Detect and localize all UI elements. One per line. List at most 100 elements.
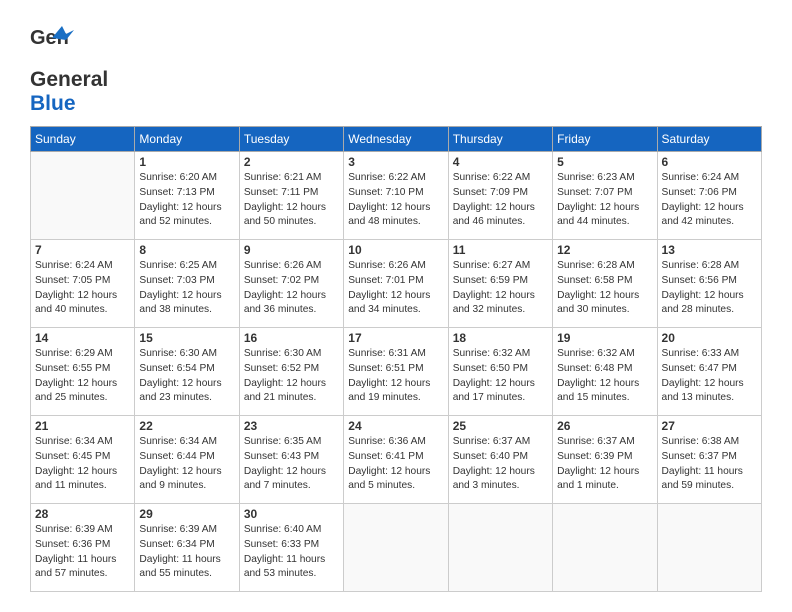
day-info: Sunrise: 6:38 AM Sunset: 6:37 PM Dayligh… <box>662 435 757 494</box>
calendar-cell: 10 Sunrise: 6:26 AM Sunset: 7:01 PM Dayli… <box>344 240 448 328</box>
day-info: Sunrise: 6:21 AM Sunset: 7:11 PM Dayligh… <box>244 171 339 230</box>
calendar-cell <box>553 504 657 592</box>
weekday-header-friday: Friday <box>553 127 657 152</box>
calendar-cell: 25 Sunrise: 6:37 AM Sunset: 6:40 PM Dayli… <box>448 416 552 504</box>
week-row-5: 28Sunrise: 6:39 AM Sunset: 6:36 PM Dayli… <box>31 504 762 592</box>
logo-blue: Blue <box>30 92 76 115</box>
week-row-4: 21 Sunrise: 6:34 AM Sunset: 6:45 PM Dayli… <box>31 416 762 504</box>
day-number: 1 <box>139 155 234 169</box>
calendar-cell: 20 Sunrise: 6:33 AM Sunset: 6:47 PM Dayli… <box>657 328 761 416</box>
day-number: 29 <box>139 507 234 521</box>
calendar-cell: 27 Sunrise: 6:38 AM Sunset: 6:37 PM Dayli… <box>657 416 761 504</box>
day-info: Sunrise: 6:32 AM Sunset: 6:50 PM Dayligh… <box>453 347 548 406</box>
calendar-cell: 19 Sunrise: 6:32 AM Sunset: 6:48 PM Dayli… <box>553 328 657 416</box>
calendar-table: SundayMondayTuesdayWednesdayThursdayFrid… <box>30 126 762 592</box>
day-info: Sunrise: 6:37 AM Sunset: 6:39 PM Dayligh… <box>557 435 652 494</box>
calendar-cell: 5 Sunrise: 6:23 AM Sunset: 7:07 PM Daylig… <box>553 152 657 240</box>
day-number: 15 <box>139 331 234 345</box>
day-number: 10 <box>348 243 443 257</box>
day-number: 13 <box>662 243 757 257</box>
day-info: Sunrise: 6:23 AM Sunset: 7:07 PM Dayligh… <box>557 171 652 230</box>
day-number: 22 <box>139 419 234 433</box>
calendar-cell: 22Sunrise: 6:34 AM Sunset: 6:44 PM Dayli… <box>135 416 239 504</box>
day-number: 16 <box>244 331 339 345</box>
calendar-cell <box>448 504 552 592</box>
day-number: 27 <box>662 419 757 433</box>
calendar-cell: 15 Sunrise: 6:30 AM Sunset: 6:54 PM Dayli… <box>135 328 239 416</box>
logo: Gen General Blue <box>30 28 108 116</box>
weekday-header-thursday: Thursday <box>448 127 552 152</box>
weekday-header-sunday: Sunday <box>31 127 135 152</box>
page: Gen General Blue SundayMondayTuesdayWedn… <box>0 0 792 612</box>
day-number: 20 <box>662 331 757 345</box>
calendar-cell: 21 Sunrise: 6:34 AM Sunset: 6:45 PM Dayli… <box>31 416 135 504</box>
day-info: Sunrise: 6:40 AM Sunset: 6:33 PM Dayligh… <box>244 523 339 582</box>
day-number: 5 <box>557 155 652 169</box>
day-number: 25 <box>453 419 548 433</box>
day-number: 26 <box>557 419 652 433</box>
day-info: Sunrise: 6:26 AM Sunset: 7:02 PM Dayligh… <box>244 259 339 318</box>
bird-icon <box>52 26 74 48</box>
day-number: 21 <box>35 419 130 433</box>
calendar-cell: 3Sunrise: 6:22 AM Sunset: 7:10 PM Daylig… <box>344 152 448 240</box>
day-info: Sunrise: 6:25 AM Sunset: 7:03 PM Dayligh… <box>139 259 234 318</box>
calendar-cell: 1 Sunrise: 6:20 AM Sunset: 7:13 PM Daylig… <box>135 152 239 240</box>
day-info: Sunrise: 6:36 AM Sunset: 6:41 PM Dayligh… <box>348 435 443 494</box>
day-info: Sunrise: 6:30 AM Sunset: 6:54 PM Dayligh… <box>139 347 234 406</box>
day-number: 19 <box>557 331 652 345</box>
day-number: 14 <box>35 331 130 345</box>
calendar-cell: 6 Sunrise: 6:24 AM Sunset: 7:06 PM Daylig… <box>657 152 761 240</box>
day-info: Sunrise: 6:24 AM Sunset: 7:05 PM Dayligh… <box>35 259 130 318</box>
day-info: Sunrise: 6:22 AM Sunset: 7:10 PM Dayligh… <box>348 171 443 230</box>
day-number: 24 <box>348 419 443 433</box>
day-info: Sunrise: 6:32 AM Sunset: 6:48 PM Dayligh… <box>557 347 652 406</box>
day-number: 30 <box>244 507 339 521</box>
calendar-cell <box>344 504 448 592</box>
day-info: Sunrise: 6:39 AM Sunset: 6:34 PM Dayligh… <box>139 523 234 582</box>
day-info: Sunrise: 6:33 AM Sunset: 6:47 PM Dayligh… <box>662 347 757 406</box>
calendar-cell: 16 Sunrise: 6:30 AM Sunset: 6:52 PM Dayli… <box>239 328 343 416</box>
day-info: Sunrise: 6:28 AM Sunset: 6:56 PM Dayligh… <box>662 259 757 318</box>
day-info: Sunrise: 6:30 AM Sunset: 6:52 PM Dayligh… <box>244 347 339 406</box>
calendar-cell: 24 Sunrise: 6:36 AM Sunset: 6:41 PM Dayli… <box>344 416 448 504</box>
day-info: Sunrise: 6:28 AM Sunset: 6:58 PM Dayligh… <box>557 259 652 318</box>
day-number: 7 <box>35 243 130 257</box>
calendar-cell: 18 Sunrise: 6:32 AM Sunset: 6:50 PM Dayli… <box>448 328 552 416</box>
calendar-header-row: SundayMondayTuesdayWednesdayThursdayFrid… <box>31 127 762 152</box>
day-number: 2 <box>244 155 339 169</box>
day-number: 23 <box>244 419 339 433</box>
calendar-cell: 23 Sunrise: 6:35 AM Sunset: 6:43 PM Dayli… <box>239 416 343 504</box>
day-info: Sunrise: 6:26 AM Sunset: 7:01 PM Dayligh… <box>348 259 443 318</box>
day-number: 11 <box>453 243 548 257</box>
calendar-cell: 12 Sunrise: 6:28 AM Sunset: 6:58 PM Dayli… <box>553 240 657 328</box>
day-info: Sunrise: 6:37 AM Sunset: 6:40 PM Dayligh… <box>453 435 548 494</box>
day-number: 6 <box>662 155 757 169</box>
calendar-cell: 17Sunrise: 6:31 AM Sunset: 6:51 PM Dayli… <box>344 328 448 416</box>
calendar-cell <box>657 504 761 592</box>
day-number: 9 <box>244 243 339 257</box>
weekday-header-monday: Monday <box>135 127 239 152</box>
day-info: Sunrise: 6:39 AM Sunset: 6:36 PM Dayligh… <box>35 523 130 582</box>
day-info: Sunrise: 6:22 AM Sunset: 7:09 PM Dayligh… <box>453 171 548 230</box>
week-row-1: 1 Sunrise: 6:20 AM Sunset: 7:13 PM Daylig… <box>31 152 762 240</box>
calendar-cell: 11 Sunrise: 6:27 AM Sunset: 6:59 PM Dayli… <box>448 240 552 328</box>
calendar-cell: 7 Sunrise: 6:24 AM Sunset: 7:05 PM Daylig… <box>31 240 135 328</box>
calendar-cell: 13 Sunrise: 6:28 AM Sunset: 6:56 PM Dayli… <box>657 240 761 328</box>
weekday-header-wednesday: Wednesday <box>344 127 448 152</box>
day-number: 4 <box>453 155 548 169</box>
day-number: 8 <box>139 243 234 257</box>
day-info: Sunrise: 6:34 AM Sunset: 6:45 PM Dayligh… <box>35 435 130 494</box>
day-number: 17 <box>348 331 443 345</box>
header: Gen General Blue <box>30 20 762 116</box>
day-info: Sunrise: 6:35 AM Sunset: 6:43 PM Dayligh… <box>244 435 339 494</box>
day-info: Sunrise: 6:24 AM Sunset: 7:06 PM Dayligh… <box>662 171 757 230</box>
day-number: 12 <box>557 243 652 257</box>
day-info: Sunrise: 6:27 AM Sunset: 6:59 PM Dayligh… <box>453 259 548 318</box>
day-info: Sunrise: 6:20 AM Sunset: 7:13 PM Dayligh… <box>139 171 234 230</box>
day-number: 18 <box>453 331 548 345</box>
logo-general: General <box>30 68 108 92</box>
calendar-cell: 8 Sunrise: 6:25 AM Sunset: 7:03 PM Daylig… <box>135 240 239 328</box>
calendar-cell: 28Sunrise: 6:39 AM Sunset: 6:36 PM Dayli… <box>31 504 135 592</box>
day-info: Sunrise: 6:29 AM Sunset: 6:55 PM Dayligh… <box>35 347 130 406</box>
calendar-cell: 30 Sunrise: 6:40 AM Sunset: 6:33 PM Dayli… <box>239 504 343 592</box>
